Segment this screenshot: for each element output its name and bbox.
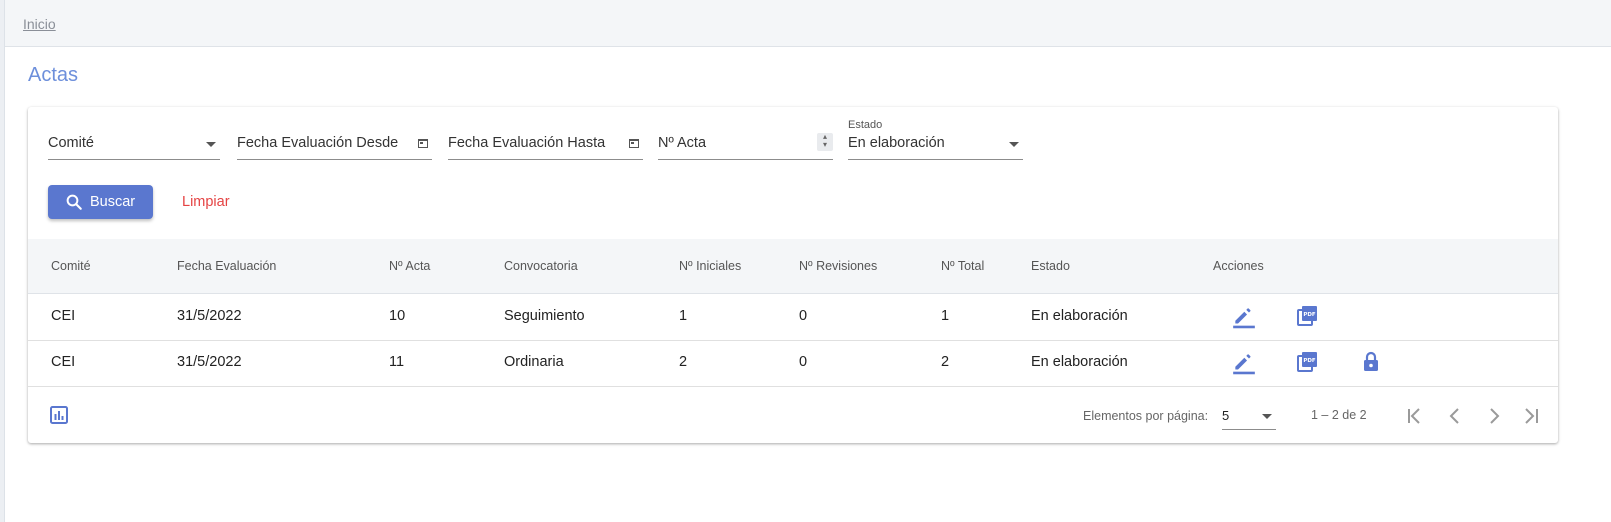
table-header: Comité Fecha Evaluación Nº Acta Convocat… xyxy=(28,239,1558,294)
bar-chart-icon[interactable] xyxy=(50,406,68,429)
calendar-icon[interactable] xyxy=(629,139,639,148)
previous-page-icon[interactable] xyxy=(1444,405,1466,427)
cell-numero: 11 xyxy=(389,354,405,370)
cell-convocatoria: Seguimiento xyxy=(504,308,585,324)
table-footer: Elementos por página: 5 1 – 2 de 2 xyxy=(28,387,1558,443)
cell-revisiones: 0 xyxy=(799,308,808,324)
search-button-label: Buscar xyxy=(90,194,136,210)
table-row: CEI 31/5/2022 11 Ordinaria 2 0 2 En elab… xyxy=(28,340,1558,387)
column-header-revisiones: Nº Revisiones xyxy=(799,259,878,273)
cell-iniciales: 2 xyxy=(679,354,688,370)
calendar-icon[interactable] xyxy=(418,139,428,148)
cell-fecha: 31/5/2022 xyxy=(177,354,242,370)
chevron-down-icon xyxy=(1262,414,1272,419)
edit-icon[interactable] xyxy=(1231,304,1257,335)
svg-text:PDF: PDF xyxy=(1303,312,1316,318)
cell-numero: 10 xyxy=(389,308,406,324)
cell-total: 1 xyxy=(941,308,950,324)
page-size-select[interactable]: 5 xyxy=(1222,405,1276,430)
page-title: Actas xyxy=(28,64,79,86)
numero-acta-placeholder: Nº Acta xyxy=(658,135,707,151)
cell-estado: En elaboración xyxy=(1031,308,1128,324)
cell-iniciales: 1 xyxy=(679,308,688,324)
chevron-down-icon xyxy=(206,142,216,147)
search-button[interactable]: Buscar xyxy=(48,185,153,219)
cell-estado: En elaboración xyxy=(1031,354,1128,370)
numero-acta-field[interactable]: Nº Acta ▴ ▾ xyxy=(658,131,833,160)
estado-select[interactable]: Estado En elaboración xyxy=(848,119,1023,160)
column-header-total: Nº Total xyxy=(941,259,985,273)
pdf-icon[interactable]: PDF xyxy=(1295,350,1319,379)
column-header-comite: Comité xyxy=(51,259,91,273)
cell-comite: CEI xyxy=(51,354,76,370)
pdf-icon[interactable]: PDF xyxy=(1295,304,1319,333)
fecha-desde-placeholder: Fecha Evaluación Desde xyxy=(237,135,399,151)
fecha-hasta-field[interactable]: Fecha Evaluación Hasta xyxy=(448,131,643,160)
column-header-fecha: Fecha Evaluación xyxy=(177,259,277,273)
column-header-convocatoria: Convocatoria xyxy=(504,259,578,273)
breadcrumb-home-link[interactable]: Inicio xyxy=(23,16,56,32)
column-header-numero: Nº Acta xyxy=(389,259,431,273)
estado-value: En elaboración xyxy=(848,135,945,151)
edit-icon[interactable] xyxy=(1231,350,1257,381)
search-icon xyxy=(66,194,82,210)
last-page-icon[interactable] xyxy=(1520,405,1542,427)
items-per-page-label: Elementos por página: xyxy=(1083,409,1209,423)
svg-text:PDF: PDF xyxy=(1303,358,1316,364)
lock-icon[interactable] xyxy=(1359,350,1383,379)
column-header-estado: Estado xyxy=(1031,259,1070,273)
fecha-desde-field[interactable]: Fecha Evaluación Desde xyxy=(237,131,432,160)
estado-label: Estado xyxy=(848,119,883,131)
column-header-acciones: Acciones xyxy=(1213,259,1264,273)
next-page-icon[interactable] xyxy=(1483,405,1505,427)
chevron-down-icon xyxy=(1009,142,1019,147)
comite-select[interactable]: Comité xyxy=(48,131,220,160)
cell-comite: CEI xyxy=(51,308,76,324)
cell-convocatoria: Ordinaria xyxy=(504,354,564,370)
page-range-label: 1 – 2 de 2 xyxy=(1311,408,1367,422)
cell-revisiones: 0 xyxy=(799,354,808,370)
fecha-hasta-placeholder: Fecha Evaluación Hasta xyxy=(448,135,606,151)
side-strip xyxy=(0,0,5,522)
number-stepper-icon[interactable]: ▴ ▾ xyxy=(817,133,833,151)
first-page-icon[interactable] xyxy=(1404,405,1426,427)
comite-select-placeholder: Comité xyxy=(48,135,94,151)
cell-total: 2 xyxy=(941,354,950,370)
actas-card: Comité Fecha Evaluación Desde Fecha Eval… xyxy=(28,107,1558,443)
page-size-value: 5 xyxy=(1222,408,1230,423)
clear-button[interactable]: Limpiar xyxy=(182,194,230,210)
column-header-iniciales: Nº Iniciales xyxy=(679,259,742,273)
table-row: CEI 31/5/2022 10 Seguimiento 1 0 1 En el… xyxy=(28,294,1558,341)
breadcrumb-bar: Inicio xyxy=(5,0,1611,47)
cell-fecha: 31/5/2022 xyxy=(177,308,242,324)
